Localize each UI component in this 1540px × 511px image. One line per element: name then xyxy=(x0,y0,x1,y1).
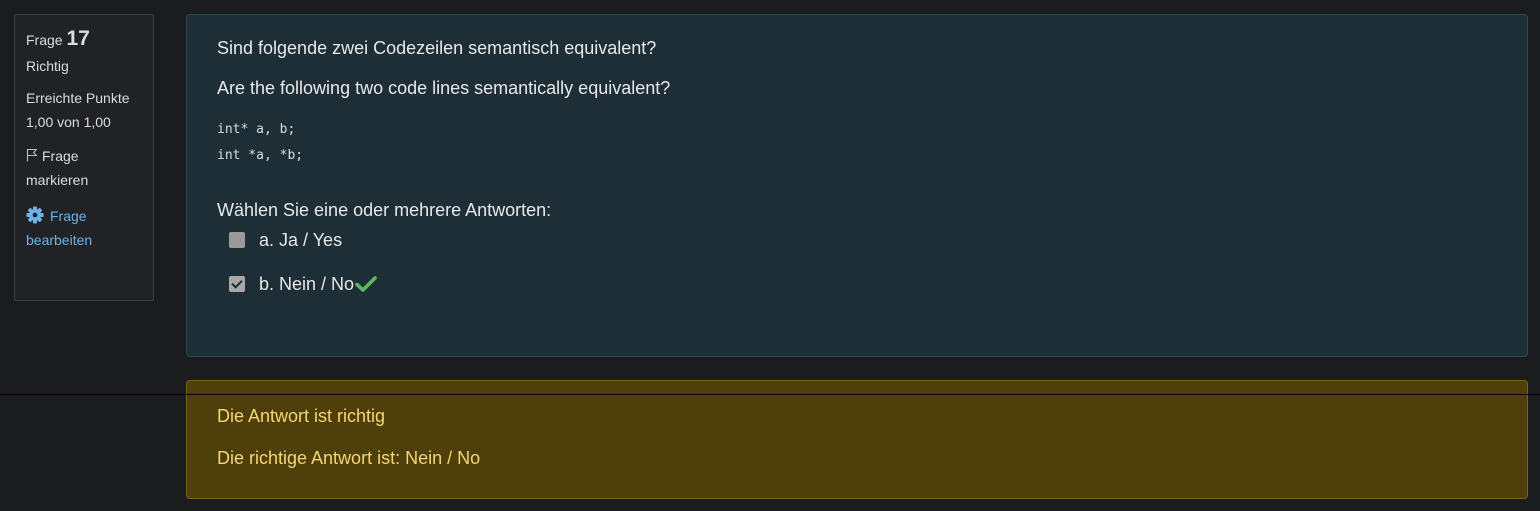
answer-options: a. Ja / Yes b. Nein / No xyxy=(229,227,1497,297)
feedback-correct-answer: Die richtige Antwort ist: Nein / No xyxy=(217,448,481,468)
flag-icon xyxy=(26,148,38,162)
answer-prompt: Wählen Sie eine oder mehrere Antworten: xyxy=(217,200,552,220)
question-number-label: Frage xyxy=(26,32,63,48)
question-formulation: Sind folgende zwei Codezeilen semantisch… xyxy=(186,14,1528,357)
code-snippet: int* a, b; int *a, *b; xyxy=(217,117,1497,169)
question-info-panel: Frage 17 Richtig Erreichte Punkte 1,00 v… xyxy=(14,14,154,301)
question-state: Richtig xyxy=(26,58,69,74)
answer-option-b[interactable]: b. Nein / No xyxy=(229,271,1497,297)
checkbox-option-b[interactable] xyxy=(229,276,245,292)
option-a-label: a. Ja / Yes xyxy=(259,230,343,250)
feedback-result: Die Antwort ist richtig xyxy=(217,406,386,426)
question-text-english: Are the following two code lines semanti… xyxy=(217,78,671,98)
checkbox-option-a[interactable] xyxy=(229,232,245,248)
feedback-box: Die Antwort ist richtig Die richtige Ant… xyxy=(186,380,1528,499)
gear-icon xyxy=(26,206,44,224)
checkmark-icon xyxy=(355,276,377,292)
question-grade: Erreichte Punkte 1,00 von 1,00 xyxy=(26,90,130,130)
question-number-value: 17 xyxy=(66,27,90,50)
question-text-german: Sind folgende zwei Codezeilen semantisch… xyxy=(217,38,657,58)
edit-question-link[interactable]: Frage bearbeiten xyxy=(26,204,143,252)
horizontal-divider xyxy=(0,394,1540,395)
answer-option-a[interactable]: a. Ja / Yes xyxy=(229,227,1497,253)
flag-question-link[interactable]: Frage markieren xyxy=(26,144,143,192)
option-b-label: b. Nein / No xyxy=(259,274,355,294)
question-number: Frage 17 xyxy=(26,27,143,52)
code-line-2: int *a, *b; xyxy=(217,148,304,163)
code-line-1: int* a, b; xyxy=(217,122,296,137)
